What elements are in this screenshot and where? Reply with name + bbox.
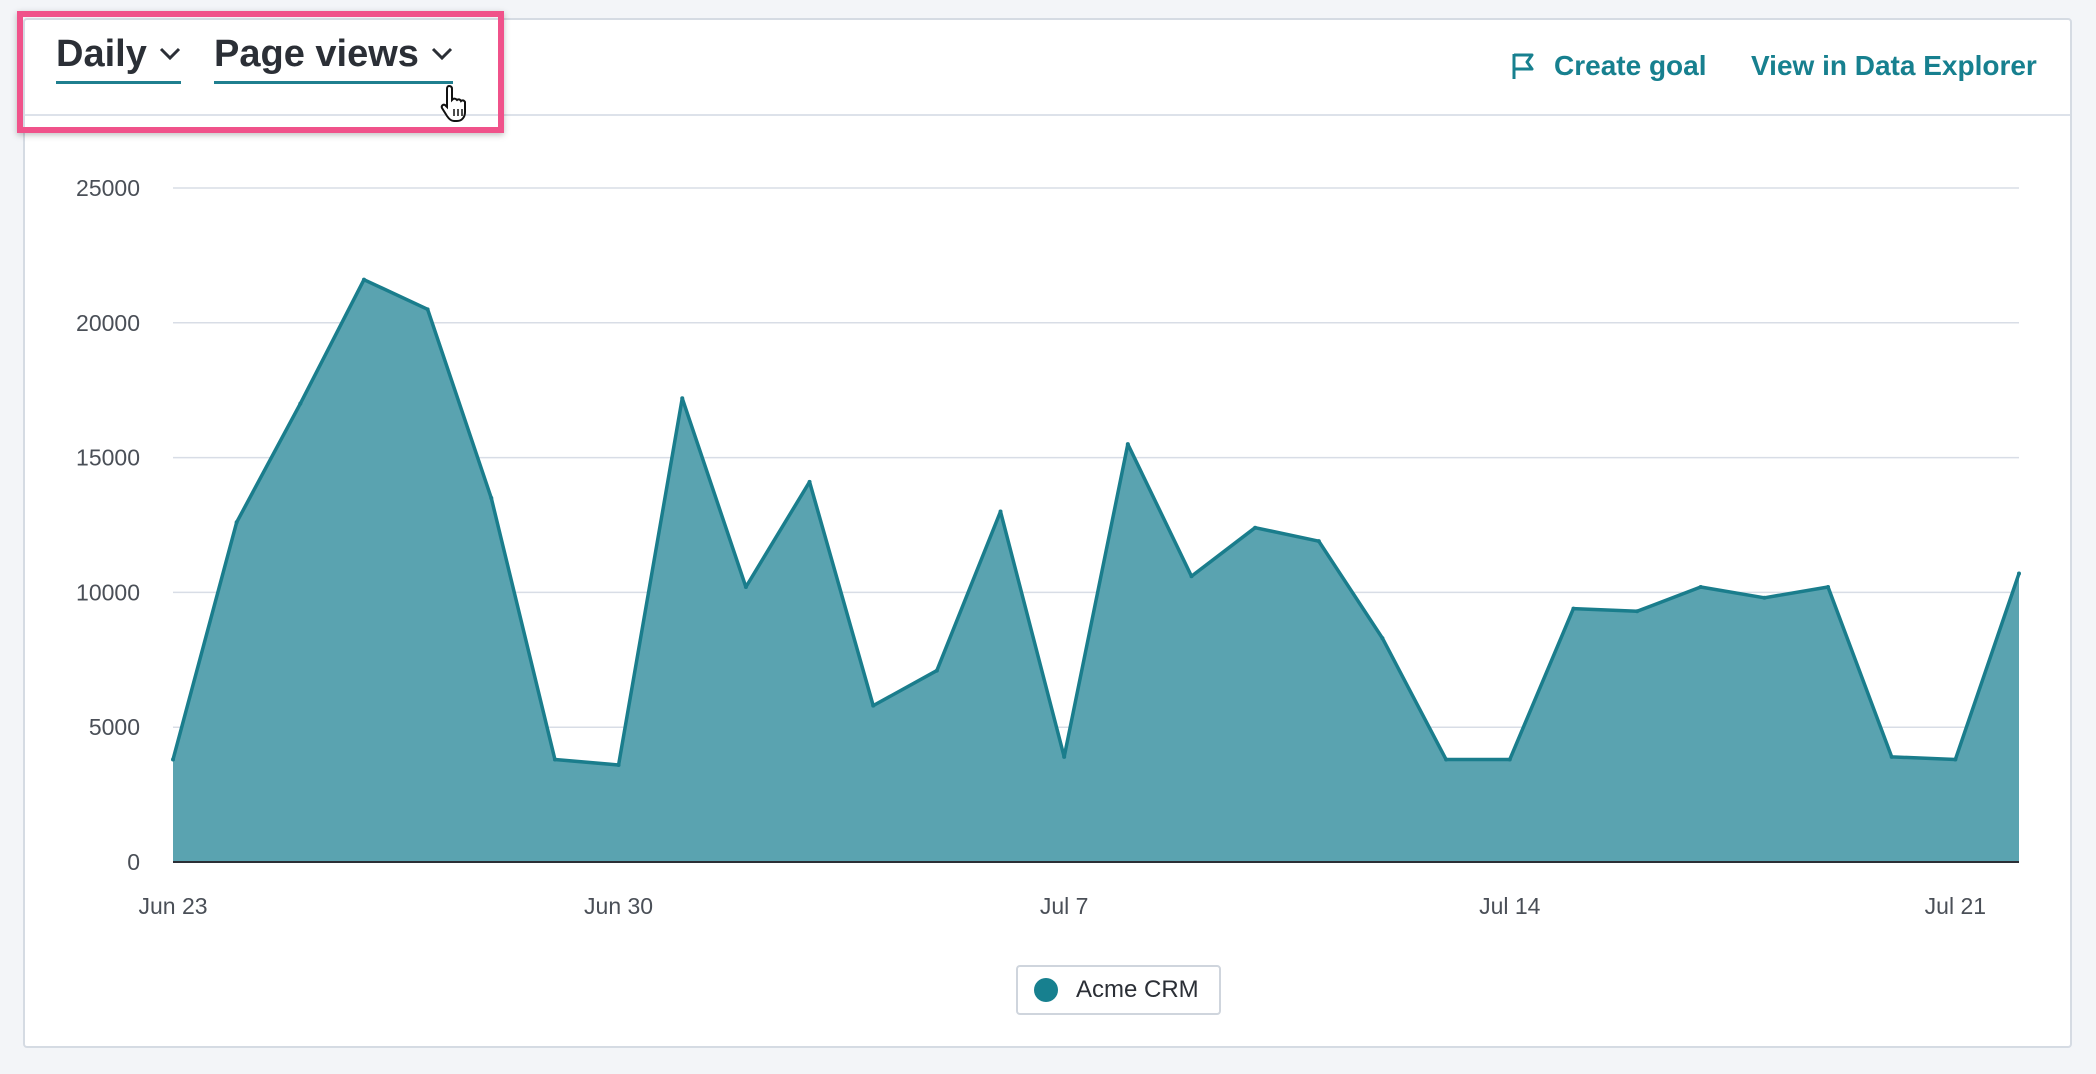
y-axis-ticks: 0 5000 10000 15000 20000 25000 xyxy=(76,175,140,875)
y-tick-label: 25000 xyxy=(76,175,140,201)
data-point xyxy=(1253,525,1258,530)
data-point xyxy=(1507,757,1512,762)
x-axis-ticks: Jun 23 Jun 30 Jul 7 Jul 14 Jul 21 xyxy=(138,893,1986,919)
data-point xyxy=(361,277,366,282)
data-point xyxy=(680,396,685,401)
data-point xyxy=(807,479,812,484)
x-tick-label: Jul 14 xyxy=(1479,893,1541,919)
data-point xyxy=(743,585,748,590)
data-point xyxy=(425,307,430,312)
data-point xyxy=(171,757,175,762)
data-point xyxy=(1316,539,1321,544)
data-point xyxy=(489,496,494,501)
data-point xyxy=(998,509,1003,514)
y-tick-label: 15000 xyxy=(76,445,140,471)
data-point xyxy=(1125,442,1130,447)
area-chart: 0500010000150002000025000 Jun 23 Jun 30 Ju… xyxy=(76,175,2021,919)
series-area-acme-crm xyxy=(173,279,2019,862)
x-tick-label: Jul 21 xyxy=(1925,893,1986,919)
data-point xyxy=(871,703,876,708)
data-point xyxy=(1826,585,1831,590)
y-tick-label: 0 xyxy=(127,849,140,875)
data-point xyxy=(616,762,621,767)
data-point xyxy=(1380,636,1385,641)
data-point xyxy=(234,520,239,525)
data-point xyxy=(1189,574,1194,579)
x-tick-label: Jun 30 xyxy=(584,893,653,919)
data-point xyxy=(1444,757,1449,762)
x-tick-label: Jul 7 xyxy=(1040,893,1089,919)
data-point xyxy=(1953,757,1958,762)
chart-series xyxy=(171,277,2021,863)
data-point xyxy=(1635,609,1640,614)
data-point xyxy=(1062,754,1067,759)
x-tick-label: Jun 23 xyxy=(138,893,207,919)
data-point xyxy=(1571,606,1576,611)
legend-label: Acme CRM xyxy=(1076,976,1199,1003)
data-point xyxy=(934,668,939,673)
legend-swatch xyxy=(1034,978,1058,1002)
hand-pointer-cursor-icon xyxy=(440,84,466,122)
legend-item-acme-crm[interactable]: Acme CRM xyxy=(1016,965,1221,1015)
y-tick-label: 5000 xyxy=(89,714,140,740)
data-point xyxy=(298,401,303,406)
data-point xyxy=(2017,571,2021,576)
y-tick-label: 20000 xyxy=(76,310,140,336)
data-point xyxy=(1698,585,1703,590)
data-point xyxy=(1762,595,1767,600)
y-tick-label: 10000 xyxy=(76,579,140,605)
data-point xyxy=(1889,754,1894,759)
data-point xyxy=(552,757,557,762)
